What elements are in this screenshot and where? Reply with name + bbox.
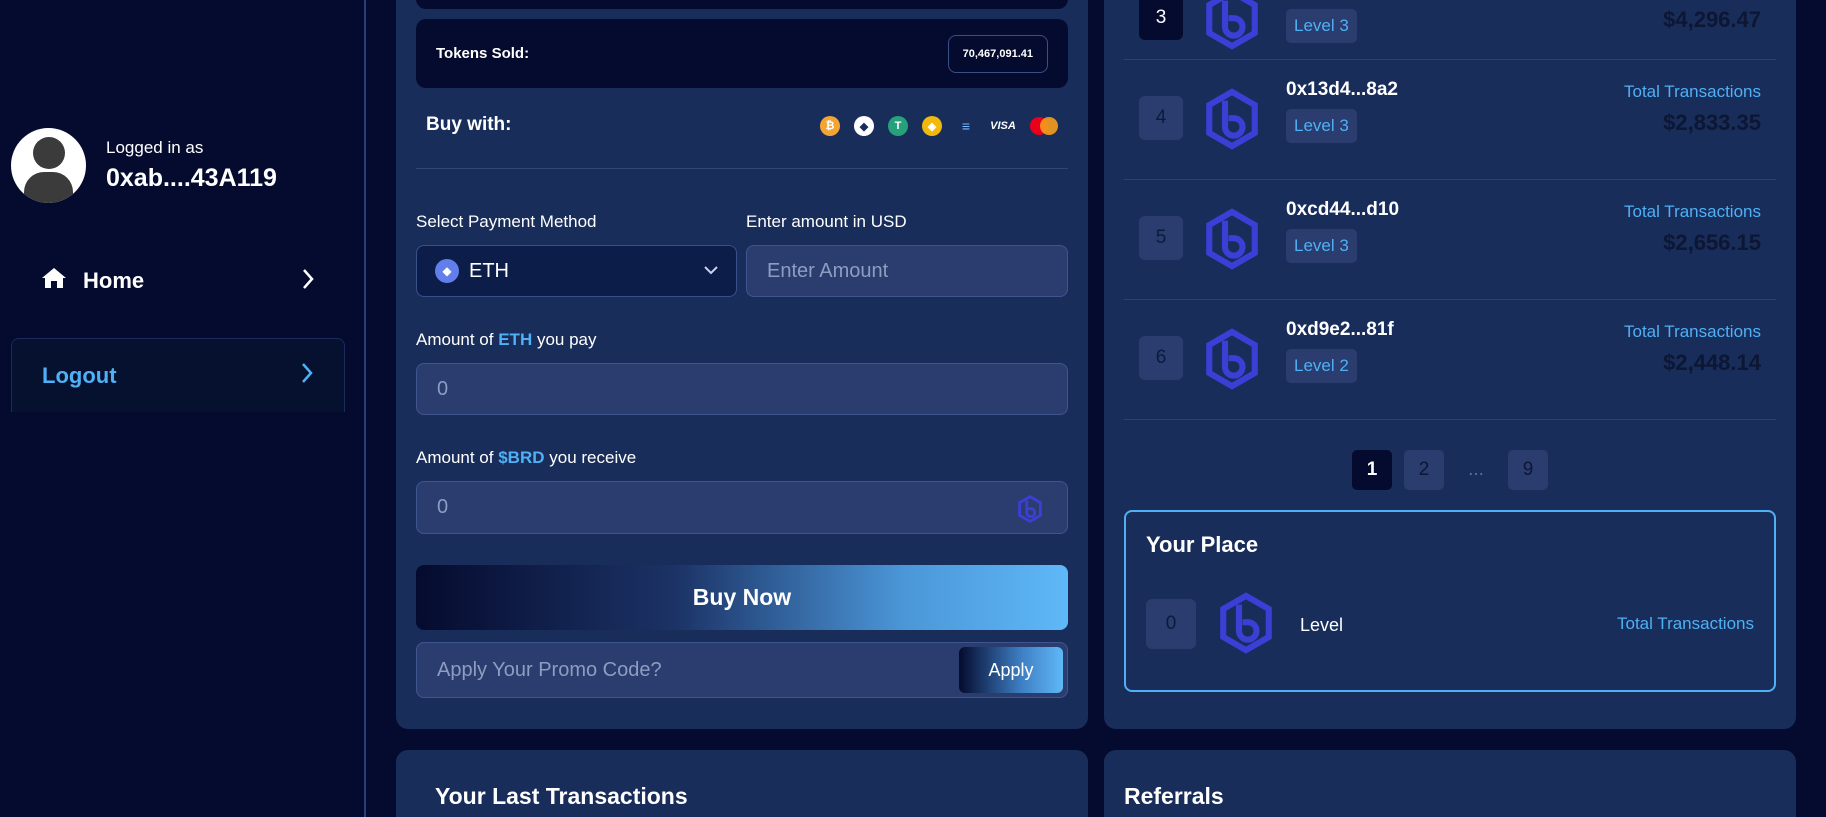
your-place-card: Your Place 0 Level Total Transactions bbox=[1124, 510, 1776, 692]
transactions-title: Your Last Transactions bbox=[435, 783, 688, 809]
transactions-card: Your Last Transactions bbox=[396, 750, 1088, 817]
referrals-title: Referrals bbox=[1124, 783, 1224, 809]
level-badge: Level 3 bbox=[1286, 9, 1357, 43]
promo-code-input[interactable] bbox=[437, 658, 959, 682]
total-transactions-label: Total Transactions bbox=[1616, 614, 1754, 633]
tokens-sold-box: Tokens Sold: 70,467,091.41 bbox=[416, 19, 1068, 88]
pay-token-name: ETH bbox=[498, 330, 533, 349]
rank-badge: 0 bbox=[1146, 599, 1196, 649]
brd-logo-icon bbox=[1204, 88, 1260, 155]
divider bbox=[416, 168, 1068, 169]
total-transactions-label: Total Transactions bbox=[1623, 202, 1761, 221]
sidebar-item-label: Logout bbox=[42, 362, 117, 388]
total-amount: $4,296.47 bbox=[1663, 7, 1761, 32]
wallet-address: 0x13d4...8a2 bbox=[1286, 79, 1398, 100]
receive-amount-field[interactable]: 0 bbox=[416, 481, 1068, 534]
usd-amount-field[interactable] bbox=[746, 245, 1068, 297]
ethereum-icon: ◆ bbox=[435, 259, 459, 283]
leaderboard-card: 3 Level 3 $4,296.47 4 0x13d4...8a2 Level… bbox=[1104, 0, 1796, 729]
page-button[interactable]: 2 bbox=[1404, 450, 1444, 490]
rank-badge: 4 bbox=[1139, 96, 1183, 140]
wallet-address: 0xcd44...d10 bbox=[1286, 199, 1400, 220]
receive-amount-label: Amount of $BRD you receive bbox=[416, 448, 637, 467]
bnb-icon: ◈ bbox=[922, 116, 942, 136]
wallet-address: 0xd9e2...81f bbox=[1286, 319, 1394, 340]
home-icon bbox=[41, 266, 67, 296]
brd-logo-icon bbox=[1218, 592, 1274, 659]
receive-token-name: $BRD bbox=[498, 448, 545, 467]
page-ellipsis: ... bbox=[1468, 459, 1484, 480]
pay-amount-value: 0 bbox=[437, 377, 449, 400]
level-badge: Level 3 bbox=[1286, 109, 1357, 143]
pay-amount-field[interactable]: 0 bbox=[416, 363, 1068, 415]
page-button[interactable]: 9 bbox=[1508, 450, 1548, 490]
avatar bbox=[11, 128, 86, 203]
brd-logo-icon bbox=[1017, 494, 1043, 529]
wallet-address: 0xab....43A119 bbox=[106, 164, 277, 192]
pagination: 1 2 ... 9 bbox=[1104, 450, 1796, 490]
tokens-sold-value: 70,467,091.41 bbox=[947, 34, 1048, 73]
usd-amount-input[interactable] bbox=[767, 259, 1047, 283]
top-stat-box bbox=[416, 0, 1068, 9]
user-info: Logged in as 0xab....43A119 bbox=[11, 128, 277, 203]
level-label: Level bbox=[1300, 615, 1344, 635]
brd-logo-icon bbox=[1204, 0, 1260, 55]
total-transactions-label: Total Transactions bbox=[1623, 82, 1761, 101]
payment-method-label: Select Payment Method bbox=[416, 212, 597, 231]
leaderboard-row: 5 0xcd44...d10 Level 3 Total Transaction… bbox=[1124, 180, 1776, 300]
page-button[interactable]: 1 bbox=[1352, 450, 1392, 490]
buy-card: Tokens Sold: 70,467,091.41 Buy with: ₿ ◆… bbox=[396, 0, 1088, 729]
sidebar-item-home[interactable]: Home bbox=[11, 246, 345, 316]
payment-icons: ₿ ◆ T ◈ ≡ VISA bbox=[820, 116, 1058, 136]
chevron-right-icon bbox=[300, 360, 314, 391]
rank-badge: 6 bbox=[1139, 336, 1183, 380]
chevron-down-icon bbox=[704, 262, 718, 280]
brd-logo-icon bbox=[1204, 328, 1260, 395]
visa-icon: VISA bbox=[990, 120, 1016, 132]
total-amount: $2,448.14 bbox=[1663, 350, 1761, 375]
ethereum-icon: ◆ bbox=[854, 116, 874, 136]
usd-amount-label: Enter amount in USD bbox=[746, 212, 907, 231]
your-place-title: Your Place bbox=[1146, 532, 1259, 557]
rank-badge: 3 bbox=[1139, 0, 1183, 40]
promo-code-field[interactable]: Apply bbox=[416, 642, 1068, 698]
referrals-card: Referrals bbox=[1104, 750, 1796, 817]
sidebar: Logged in as 0xab....43A119 Home Logout bbox=[0, 0, 366, 817]
pay-amount-label: Amount of ETH you pay bbox=[416, 330, 597, 349]
chevron-right-icon bbox=[301, 266, 315, 297]
bitcoin-icon: ₿ bbox=[820, 116, 840, 136]
leaderboard-row: 4 0x13d4...8a2 Level 3 Total Transaction… bbox=[1124, 60, 1776, 180]
mastercard-icon bbox=[1030, 117, 1058, 135]
total-amount: $2,833.35 bbox=[1663, 110, 1761, 135]
brd-logo-icon bbox=[1204, 208, 1260, 275]
sidebar-item-logout[interactable]: Logout bbox=[11, 338, 345, 412]
sidebar-item-label: Home bbox=[83, 268, 145, 293]
level-badge: Level 2 bbox=[1286, 349, 1357, 383]
tether-icon: T bbox=[888, 116, 908, 136]
payment-method-value: ETH bbox=[469, 259, 509, 282]
level-badge: Level 3 bbox=[1286, 229, 1357, 263]
buy-with-label: Buy with: bbox=[426, 114, 512, 135]
total-amount: $2,656.15 bbox=[1663, 230, 1761, 255]
solana-icon: ≡ bbox=[961, 118, 971, 134]
rank-badge: 5 bbox=[1139, 216, 1183, 260]
leaderboard-row: 6 0xd9e2...81f Level 2 Total Transaction… bbox=[1124, 300, 1776, 420]
logged-in-label: Logged in as bbox=[106, 138, 204, 157]
apply-button[interactable]: Apply bbox=[959, 647, 1063, 693]
tokens-sold-label: Tokens Sold: bbox=[436, 45, 530, 62]
receive-amount-value: 0 bbox=[437, 496, 449, 518]
payment-method-select[interactable]: ◆ ETH bbox=[416, 245, 737, 297]
total-transactions-label: Total Transactions bbox=[1623, 322, 1761, 341]
buy-now-button[interactable]: Buy Now bbox=[416, 565, 1068, 630]
leaderboard-row: 3 Level 3 $4,296.47 bbox=[1124, 0, 1776, 60]
